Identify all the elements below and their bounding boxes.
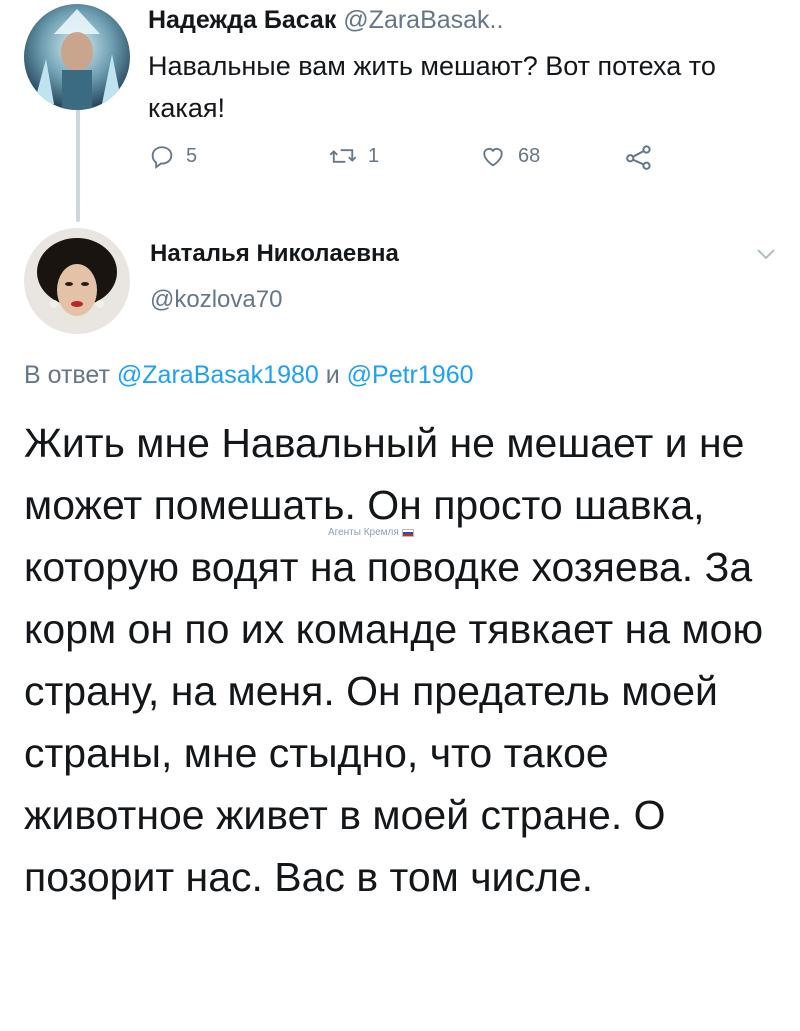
tweet1-actions: 5 1 68 bbox=[148, 142, 708, 182]
reply-icon bbox=[151, 146, 173, 169]
thread-connector-line bbox=[76, 104, 80, 222]
tweet1-author-name[interactable]: Надежда Басак bbox=[148, 6, 336, 34]
mention-link[interactable]: @Petr1960 bbox=[347, 361, 474, 389]
tweet2-author-name[interactable]: Наталья Николаевна bbox=[150, 240, 399, 268]
share-button[interactable] bbox=[624, 142, 664, 172]
reply-button[interactable]: 5 bbox=[148, 142, 197, 170]
reply-context: В ответ @ZaraBasak1980 и @Petr1960 bbox=[24, 361, 474, 390]
tweet2-author-handle[interactable]: @kozlova70 bbox=[150, 286, 282, 314]
chevron-down-icon[interactable] bbox=[755, 247, 777, 266]
tweet1-author-handle[interactable]: @ZaraBasak.. bbox=[343, 6, 503, 34]
avatar[interactable] bbox=[24, 228, 130, 334]
flag-icon bbox=[401, 528, 414, 537]
like-icon bbox=[483, 147, 503, 167]
tweet2-text: Жить мне Навальный не мешает и не может … bbox=[24, 420, 764, 900]
retweet-icon bbox=[329, 149, 357, 163]
like-count: 68 bbox=[518, 144, 541, 167]
watermark: Агенты Кремля bbox=[328, 527, 414, 538]
reply-joiner: и bbox=[318, 361, 347, 389]
reply-count: 5 bbox=[186, 144, 198, 167]
retweet-button[interactable]: 1 bbox=[328, 142, 379, 170]
like-button[interactable]: 68 bbox=[478, 142, 540, 170]
reply-prefix: В ответ bbox=[24, 361, 117, 389]
avatar[interactable] bbox=[24, 4, 130, 110]
watermark-text: Агенты Кремля bbox=[328, 527, 399, 538]
share-icon bbox=[626, 145, 651, 170]
mention-link[interactable]: @ZaraBasak1980 bbox=[117, 361, 319, 389]
tweet1-text: Навальные вам жить мешают? Вот потеха то… bbox=[148, 51, 716, 123]
retweet-count: 1 bbox=[368, 144, 380, 167]
tweet1-author[interactable]: Надежда Басак @ZaraBasak.. bbox=[148, 6, 503, 35]
